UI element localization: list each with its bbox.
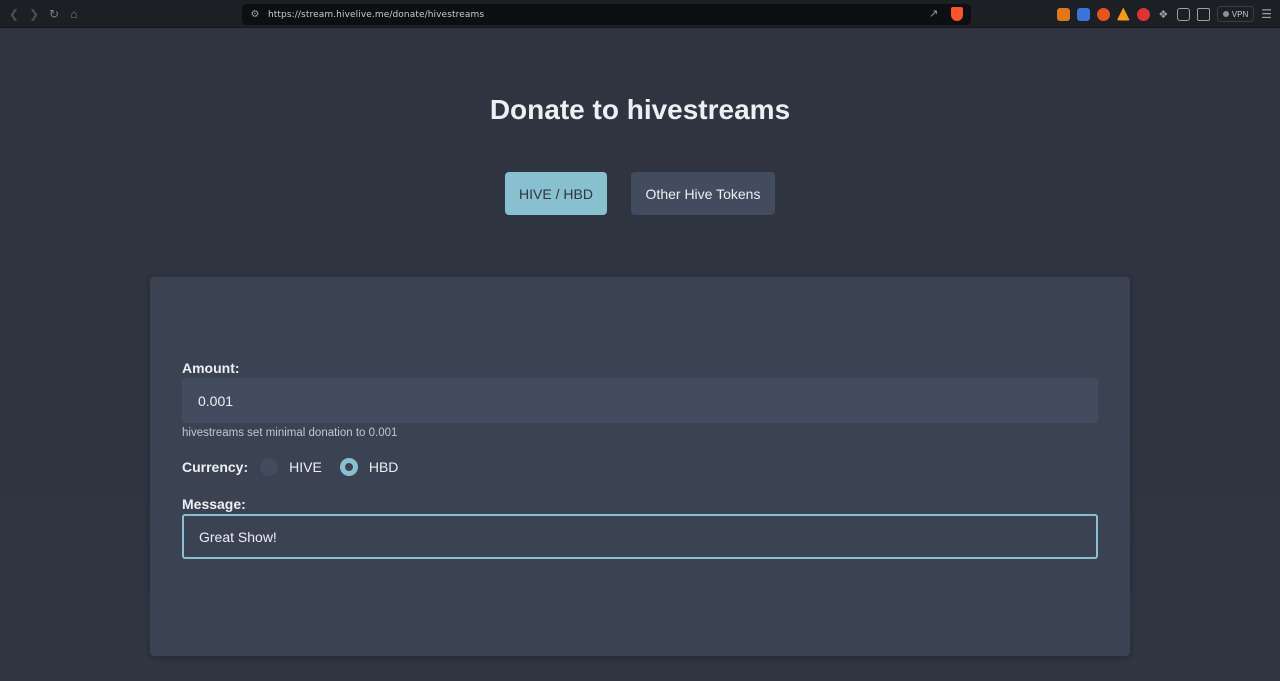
token-tabs: HIVE / HBD Other Hive Tokens: [505, 172, 775, 215]
forward-icon[interactable]: ❯: [26, 6, 42, 22]
minimal-donation-hint: hivestreams set minimal donation to 0.00…: [182, 427, 398, 439]
keychain-extension-icon[interactable]: [1136, 7, 1150, 21]
metamask-extension-icon[interactable]: [1056, 7, 1070, 21]
currency-selector: Currency: HIVE HBD: [182, 457, 398, 477]
currency-label: Currency:: [182, 459, 249, 475]
vpn-status-icon: [1222, 11, 1229, 17]
vpn-button[interactable]: VPN: [1216, 6, 1255, 22]
message-input[interactable]: Great Show!: [182, 514, 1098, 559]
address-bar[interactable]: ⚙ https://stream.hivelive.me/donate/hive…: [242, 4, 971, 25]
extension-icon[interactable]: [1096, 7, 1110, 21]
browser-toolbar: ❮ ❯ ↻ ⌂ ⚙ https://stream.hivelive.me/don…: [0, 0, 1280, 28]
currency-radio-hive[interactable]: [260, 458, 279, 476]
tab-other-hive-tokens[interactable]: Other Hive Tokens: [631, 172, 775, 215]
warning-extension-icon[interactable]: [1116, 7, 1130, 21]
url-text[interactable]: https://stream.hivelive.me/donate/hivest…: [268, 10, 484, 20]
extensions-area: ❖ VPN ☰: [1056, 6, 1272, 22]
amount-label: Amount:: [182, 360, 240, 376]
currency-option-hbd[interactable]: HBD: [369, 459, 399, 475]
puzzle-icon[interactable]: ❖: [1157, 8, 1170, 21]
vpn-label: VPN: [1231, 9, 1249, 19]
sidebar-icon[interactable]: [1176, 7, 1190, 21]
menu-icon[interactable]: ☰: [1261, 7, 1272, 21]
donate-page: Donate to hivestreams HIVE / HBD Other H…: [0, 28, 1280, 681]
page-title: Donate to hivestreams: [489, 94, 791, 125]
donation-form: Amount: 0.001 hivestreams set minimal do…: [150, 277, 1130, 656]
home-icon[interactable]: ⌂: [66, 6, 82, 22]
back-icon[interactable]: ❮: [6, 6, 22, 22]
currency-radio-hbd[interactable]: [339, 458, 358, 476]
message-label: Message:: [182, 496, 246, 512]
amount-input[interactable]: 0.001: [182, 378, 1098, 423]
share-icon[interactable]: ↗: [929, 8, 941, 20]
nav-buttons: ❮ ❯ ↻ ⌂: [0, 6, 240, 22]
wallet-icon[interactable]: [1196, 7, 1210, 21]
brave-shields-icon[interactable]: [951, 7, 963, 21]
translate-extension-icon[interactable]: [1076, 7, 1090, 21]
currency-option-hive[interactable]: HIVE: [289, 459, 322, 475]
tab-hive-hbd[interactable]: HIVE / HBD: [505, 172, 607, 215]
site-settings-icon[interactable]: ⚙: [248, 9, 262, 20]
reload-icon[interactable]: ↻: [46, 6, 62, 22]
